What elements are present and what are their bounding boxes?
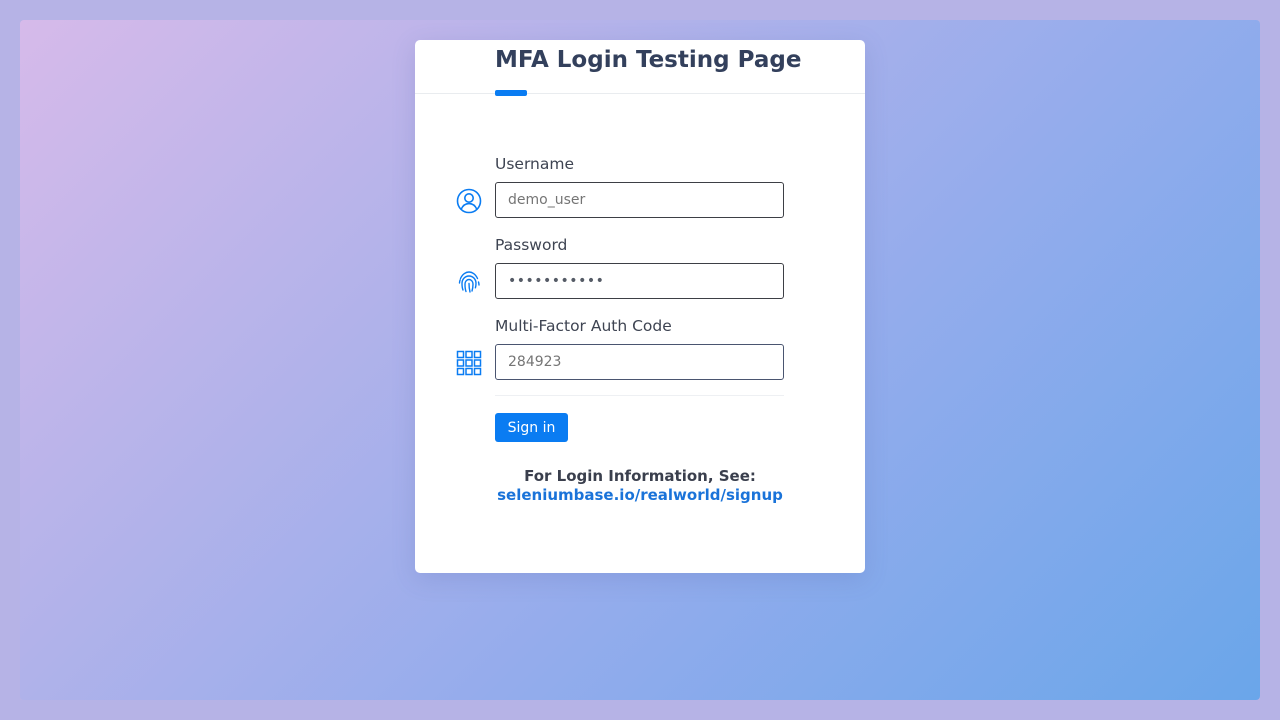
mfa-code-input[interactable] [495, 344, 784, 380]
username-label: Username [495, 155, 575, 173]
card-header: MFA Login Testing Page [415, 40, 865, 94]
password-label: Password [495, 236, 568, 254]
signup-link[interactable]: seleniumbase.io/realworld/signup [415, 486, 865, 504]
keypad-grid-icon [455, 349, 483, 377]
username-input[interactable] [495, 182, 784, 218]
fingerprint-icon [455, 268, 483, 296]
page-title: MFA Login Testing Page [495, 47, 802, 73]
login-info-heading: For Login Information, See: [524, 467, 756, 485]
sign-in-button[interactable]: Sign in [495, 413, 568, 442]
password-input[interactable] [495, 263, 784, 299]
form-divider [495, 395, 784, 396]
login-card: MFA Login Testing Page Username Password… [415, 40, 865, 573]
mfa-label: Multi-Factor Auth Code [495, 317, 672, 335]
title-underline [495, 90, 527, 96]
user-circle-icon [455, 187, 483, 215]
